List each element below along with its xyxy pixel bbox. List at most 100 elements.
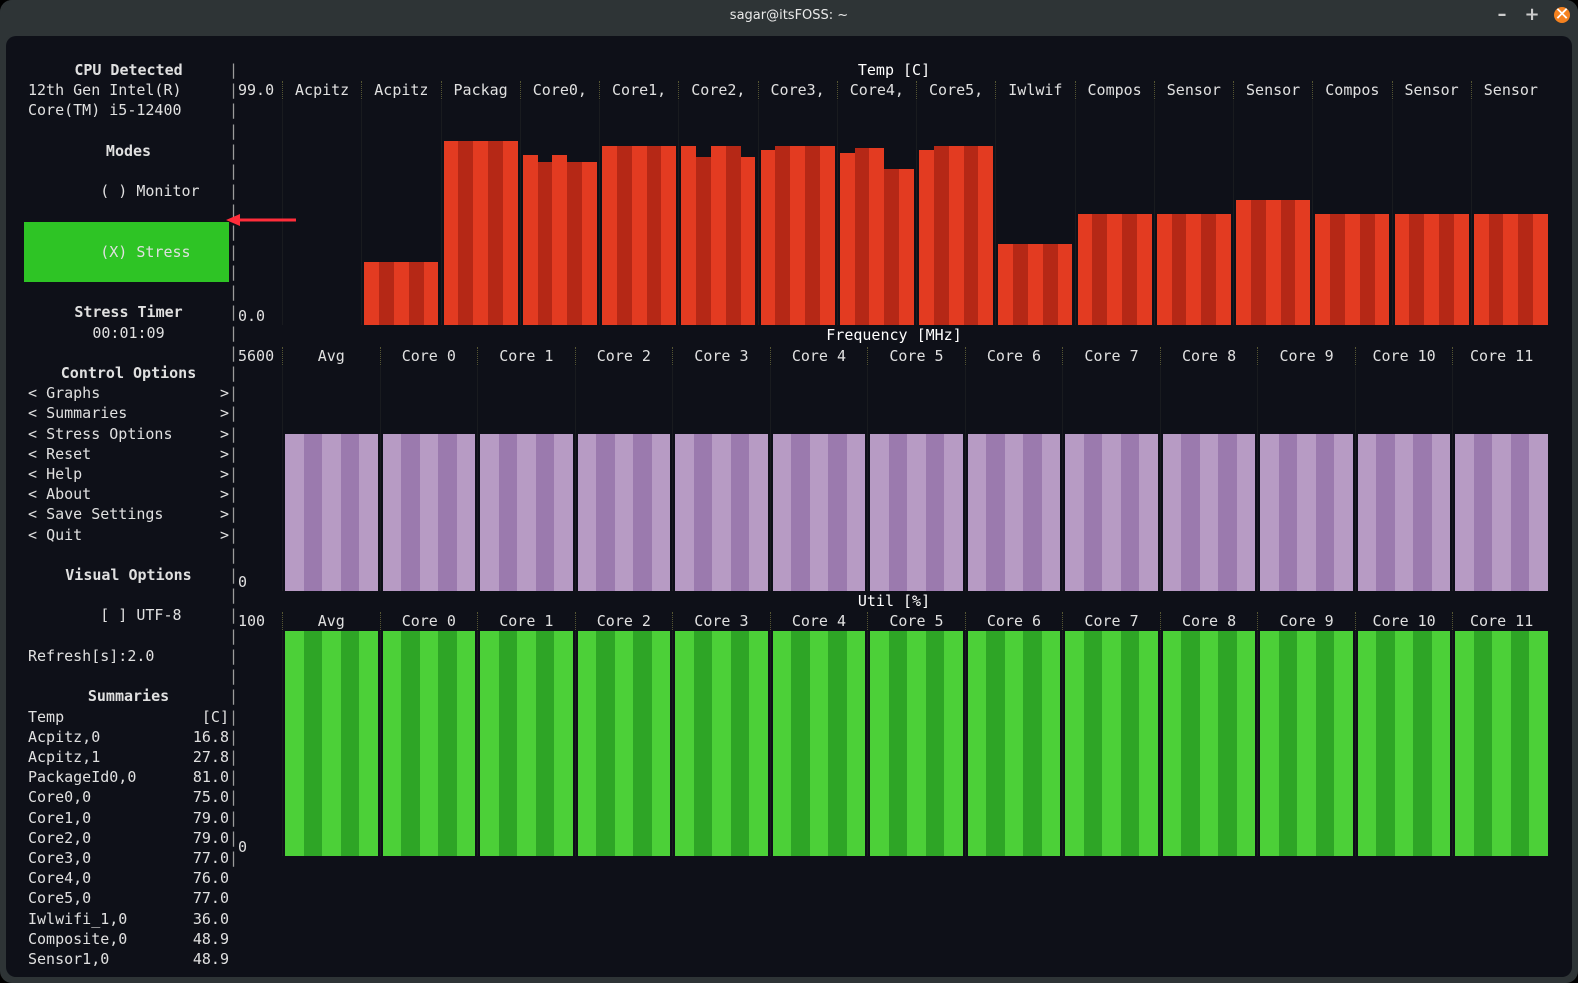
chart-bar	[379, 262, 394, 325]
refresh-rate[interactable]: Refresh[s]:2.0	[28, 646, 229, 666]
chart-bar	[1413, 434, 1432, 591]
radio-icon: ( )	[100, 182, 127, 200]
chart-bar	[1216, 214, 1231, 325]
chart-bar	[341, 434, 360, 591]
chart-column-header: Sensor	[1471, 81, 1550, 99]
chart-bar	[889, 631, 908, 856]
control-item-quit[interactable]: < Quit>	[28, 525, 229, 545]
chart-bar	[632, 146, 647, 326]
chart-bar	[444, 141, 459, 325]
chevron-left-icon: <	[28, 525, 46, 545]
chart-bar	[934, 146, 949, 326]
chart-bar	[424, 262, 439, 325]
maximize-icon[interactable]: +	[1524, 7, 1540, 23]
chart-title: Temp [C]	[238, 60, 1550, 80]
chart-column	[477, 366, 575, 591]
chart-bar	[1375, 214, 1390, 325]
chart-bar	[1013, 244, 1028, 326]
chart-bar	[828, 631, 847, 856]
control-item-help[interactable]: < Help>	[28, 464, 229, 484]
chart-bar	[1058, 244, 1073, 326]
mode-stress[interactable]: (X) Stress	[24, 222, 229, 283]
chart-bar	[1181, 434, 1200, 591]
chart-column-header: Core1,	[599, 81, 678, 99]
summary-value: 48.9	[193, 929, 229, 949]
chart-bar	[1028, 244, 1043, 326]
chart-bar	[1237, 631, 1256, 856]
chart-column-header: Acpitz	[361, 81, 440, 99]
chart-bar	[582, 162, 597, 326]
chart-bar	[652, 434, 671, 591]
chart-bar	[1376, 434, 1395, 591]
chart-column	[1154, 100, 1233, 325]
stress-timer-heading: Stress Timer	[28, 302, 229, 322]
chart-bar	[1409, 214, 1424, 325]
chart-bar	[1330, 214, 1345, 325]
chart-bar	[285, 434, 304, 591]
chart-column	[867, 631, 965, 856]
chart-bar	[1137, 214, 1152, 325]
chart-column-header: Core 6	[965, 612, 1063, 630]
chart-column-header: Core2,	[678, 81, 757, 99]
control-item-stress-options[interactable]: < Stress Options>	[28, 424, 229, 444]
chart-title: Frequency [MHz]	[238, 325, 1550, 345]
chart-column	[1075, 100, 1154, 325]
chart-column-header: Acpitz	[282, 81, 361, 99]
chart-bar	[1474, 434, 1493, 591]
chart-body: 0	[238, 631, 1550, 856]
utf8-toggle[interactable]: [ ] UTF-8	[28, 585, 229, 646]
chart-bar	[1529, 631, 1548, 856]
chart-column	[770, 631, 868, 856]
chart-section: Frequency [MHz]5600AvgCore 0Core 1Core 2…	[238, 325, 1550, 590]
chart-column-header: Packag	[441, 81, 520, 99]
chart-column	[1062, 366, 1160, 591]
chart-column	[282, 366, 380, 591]
chart-column-header: Core 7	[1062, 612, 1160, 630]
chart-column-header: Core 2	[575, 347, 673, 365]
titlebar[interactable]: sagar@itsFOSS: ~ – + ✕	[0, 0, 1578, 30]
control-item-about[interactable]: < About>	[28, 484, 229, 504]
summary-row: Acpitz,016.8	[28, 727, 229, 747]
chart-bar	[304, 434, 323, 591]
chart-bar	[675, 434, 694, 591]
chart-header-row: 5600AvgCore 0Core 1Core 2Core 3Core 4Cor…	[238, 346, 1550, 366]
chart-bar	[1492, 434, 1511, 591]
terminal-body: CPU Detected 12th Gen Intel(R) Core(TM) …	[6, 36, 1572, 977]
control-item-label: Help	[46, 464, 220, 484]
chart-bar	[596, 631, 615, 856]
summary-row: Core2,079.0	[28, 828, 229, 848]
chart-column	[1355, 366, 1453, 591]
chart-bar	[401, 434, 420, 591]
chart-column-header: Core 5	[867, 612, 965, 630]
y-axis-top-label: 5600	[238, 347, 282, 365]
chart-bar	[1511, 434, 1530, 591]
minimize-icon[interactable]: –	[1494, 7, 1510, 23]
cpu-model-line2: Core(TM) i5-12400	[28, 100, 229, 120]
chart-bar	[944, 434, 963, 591]
chart-column	[1452, 366, 1550, 591]
chart-bar	[1316, 434, 1335, 591]
terminal-window: sagar@itsFOSS: ~ – + ✕ CPU Detected 12th…	[0, 0, 1578, 983]
chart-column-header: Core 9	[1257, 347, 1355, 365]
summaries-heading: Summaries	[28, 686, 229, 706]
chart-bar	[1266, 200, 1281, 325]
chart-column-header: Core 2	[575, 612, 673, 630]
chart-bar	[536, 631, 555, 856]
control-item-summaries[interactable]: < Summaries>	[28, 403, 229, 423]
chart-bar	[567, 162, 582, 326]
control-item-label: Graphs	[46, 383, 220, 403]
control-item-graphs[interactable]: < Graphs>	[28, 383, 229, 403]
chevron-left-icon: <	[28, 484, 46, 504]
control-item-reset[interactable]: < Reset>	[28, 444, 229, 464]
chart-bar	[926, 631, 945, 856]
control-item-label: Reset	[46, 444, 220, 464]
mode-monitor[interactable]: ( ) Monitor	[28, 161, 229, 222]
control-item-save-settings[interactable]: < Save Settings>	[28, 504, 229, 524]
summary-name: Core1,0	[28, 808, 91, 828]
chart-column-header: Core 10	[1355, 347, 1453, 365]
chart-bar	[480, 631, 499, 856]
chart-bar	[820, 146, 835, 326]
summary-name: Acpitz,0	[28, 727, 100, 747]
close-icon[interactable]: ✕	[1554, 7, 1570, 23]
chart-bar	[949, 146, 964, 326]
